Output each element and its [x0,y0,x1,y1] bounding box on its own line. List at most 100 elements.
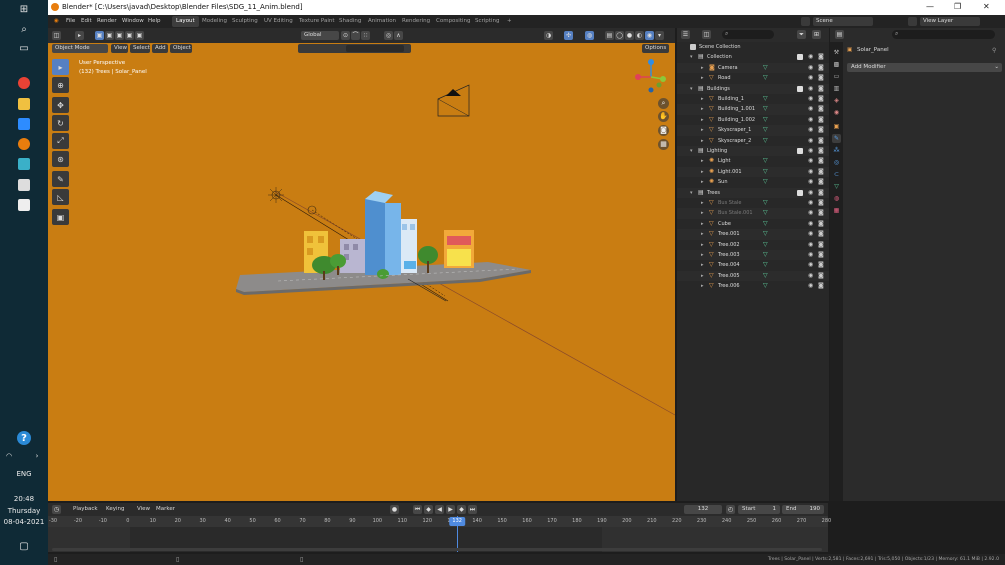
mesh-data-icon[interactable]: ▽ [763,73,768,83]
select-box-icon[interactable]: ▣ [95,31,104,40]
render-tab-icon[interactable]: ▩ [832,60,841,69]
exclude-checkbox[interactable] [797,54,803,61]
menu-playback[interactable]: Playback [73,506,98,512]
expand-right-icon[interactable]: ▸ [701,125,704,135]
render-camera-icon[interactable]: ◙ [818,146,824,156]
mesh-data-icon[interactable]: ▽ [763,271,768,281]
outliner-row[interactable]: ▸ ▽ Tree.003 ▽ ◉ ◙ [677,250,829,261]
visibility-eye-icon[interactable]: ◉ [808,146,813,156]
expand-down-icon[interactable]: ▾ [690,84,693,94]
data-tab-icon[interactable]: ▽ [832,182,841,191]
mesh-data-icon[interactable]: ▽ [763,198,768,208]
expand-right-icon[interactable]: ▸ [701,281,704,291]
end-frame-field[interactable]: End 190 [782,505,824,514]
mesh-data-icon[interactable]: ▽ [763,125,768,135]
expand-right-icon[interactable]: ▸ [701,198,704,208]
scene-field[interactable]: Scene [813,17,873,26]
proportional-edit-icon[interactable]: ◎ [384,31,393,40]
add-workspace-icon[interactable]: + [503,16,516,27]
render-camera-icon[interactable]: ◙ [818,156,824,166]
chevron-right-icon[interactable]: › [30,450,44,462]
tab-sculpting[interactable]: Sculpting [228,16,262,27]
expand-right-icon[interactable]: ▸ [701,136,704,146]
select-invert-icon[interactable]: ▣ [125,31,134,40]
mesh-data-icon[interactable]: ▽ [763,136,768,146]
expand-right-icon[interactable]: ▸ [701,240,704,250]
mesh-data-icon[interactable]: ▽ [763,281,768,291]
properties-search-input[interactable]: ⌕ [892,30,995,39]
object-tab-icon[interactable]: ▣ [832,122,841,131]
network-icon[interactable]: ◠ [2,450,16,462]
mesh-data-icon[interactable]: ▽ [763,219,768,229]
outliner-row[interactable]: ▾ ▤ Buildings ◉ ◙ [677,83,829,94]
expand-right-icon[interactable]: ▸ [701,104,704,114]
tab-scripting[interactable]: Scripting [471,16,503,27]
falloff-icon[interactable]: ∧ [394,31,403,40]
menu-window[interactable]: Window [122,18,144,24]
editor-type-icon[interactable]: ☰ [681,30,690,39]
physics-tab-icon[interactable]: ◎ [832,158,841,167]
outliner-row[interactable]: ▸ ▽ Tree.006 ▽ ◉ ◙ [677,281,829,291]
jump-end-icon[interactable]: ⏭ [468,505,477,514]
zoom-icon[interactable] [18,118,30,130]
modifier-tab-icon[interactable]: ✎ [832,134,841,143]
render-camera-icon[interactable]: ◙ [818,281,824,291]
exclude-checkbox[interactable] [797,189,803,196]
view-layer-icon[interactable] [908,17,917,26]
expand-right-icon[interactable]: ▸ [701,94,704,104]
expand-right-icon[interactable]: ▸ [701,229,704,239]
jump-start-icon[interactable]: ⏮ [413,505,422,514]
render-camera-icon[interactable]: ◙ [818,188,824,198]
shading-rendered-icon[interactable]: ◉ [645,31,654,40]
render-camera-icon[interactable]: ◙ [818,73,824,83]
visibility-eye-icon[interactable]: ◉ [808,188,813,198]
render-camera-icon[interactable]: ◙ [818,125,824,135]
tab-rendering[interactable]: Rendering [398,16,434,27]
outliner-row[interactable]: ▸ ▽ Cube ▽ ◉ ◙ [677,219,829,229]
menu-keying[interactable]: Keying [106,506,124,512]
outliner-row[interactable]: ▸ ▽ Road ▽ ◉ ◙ [677,73,829,83]
select-extend-icon[interactable]: ▣ [105,31,114,40]
filter-icon[interactable]: ⏷ [797,30,806,39]
file-explorer-icon[interactable] [18,98,30,110]
shading-wireframe-icon[interactable]: ◯ [615,31,624,40]
visibility-eye-icon[interactable]: ◉ [808,136,813,146]
mesh-data-icon[interactable]: ▽ [763,240,768,250]
visibility-eye-icon[interactable]: ◉ [808,84,813,94]
chrome-icon[interactable] [18,77,30,89]
visibility-eye-icon[interactable]: ◉ [808,240,813,250]
menu-edit[interactable]: Edit [81,18,92,24]
world-tab-icon[interactable]: ◉ [832,108,841,117]
close-icon[interactable]: ✕ [983,2,990,11]
visibility-eye-icon[interactable]: ◉ [808,250,813,260]
visibility-eye-icon[interactable]: ◉ [808,208,813,218]
output-tab-icon[interactable]: ▭ [832,72,841,81]
expand-right-icon[interactable]: ▸ [701,250,704,260]
mesh-data-icon[interactable]: ▽ [763,167,768,177]
task-view-icon[interactable]: ▭ [17,42,31,54]
document-icon[interactable] [18,199,30,211]
minimize-icon[interactable]: — [926,2,934,11]
outliner-row[interactable]: ▸ ✺ Sun ▽ ◉ ◙ [677,177,829,187]
mesh-data-icon[interactable]: ▽ [763,63,768,73]
expand-right-icon[interactable]: ▸ [701,219,704,229]
visibility-eye-icon[interactable]: ◉ [808,156,813,166]
mesh-data-icon[interactable]: ▽ [763,115,768,125]
maximize-icon[interactable]: ❐ [954,2,961,11]
view-layer-field[interactable]: View Layer [920,17,980,26]
render-camera-icon[interactable]: ◙ [818,250,824,260]
shading-options-icon[interactable]: ▾ [655,31,664,40]
xray-icon[interactable]: ▤ [605,31,614,40]
visibility-eye-icon[interactable]: ◉ [808,94,813,104]
outliner-row[interactable]: ▸ ✺ Light ▽ ◉ ◙ [677,156,829,166]
notification-icon[interactable]: ▢ [17,540,31,552]
language-indicator[interactable]: ENG [0,470,48,478]
clock-icon[interactable]: ◴ [726,505,735,514]
help-icon[interactable]: ? [17,431,31,445]
outliner-row[interactable]: ▸ ▽ Skyscraper_1 ▽ ◉ ◙ [677,125,829,136]
expand-right-icon[interactable]: ▸ [701,73,704,83]
render-camera-icon[interactable]: ◙ [818,229,824,239]
visibility-eye-icon[interactable]: ◉ [808,52,813,62]
shading-material-icon[interactable]: ◐ [635,31,644,40]
mesh-data-icon[interactable]: ▽ [763,156,768,166]
